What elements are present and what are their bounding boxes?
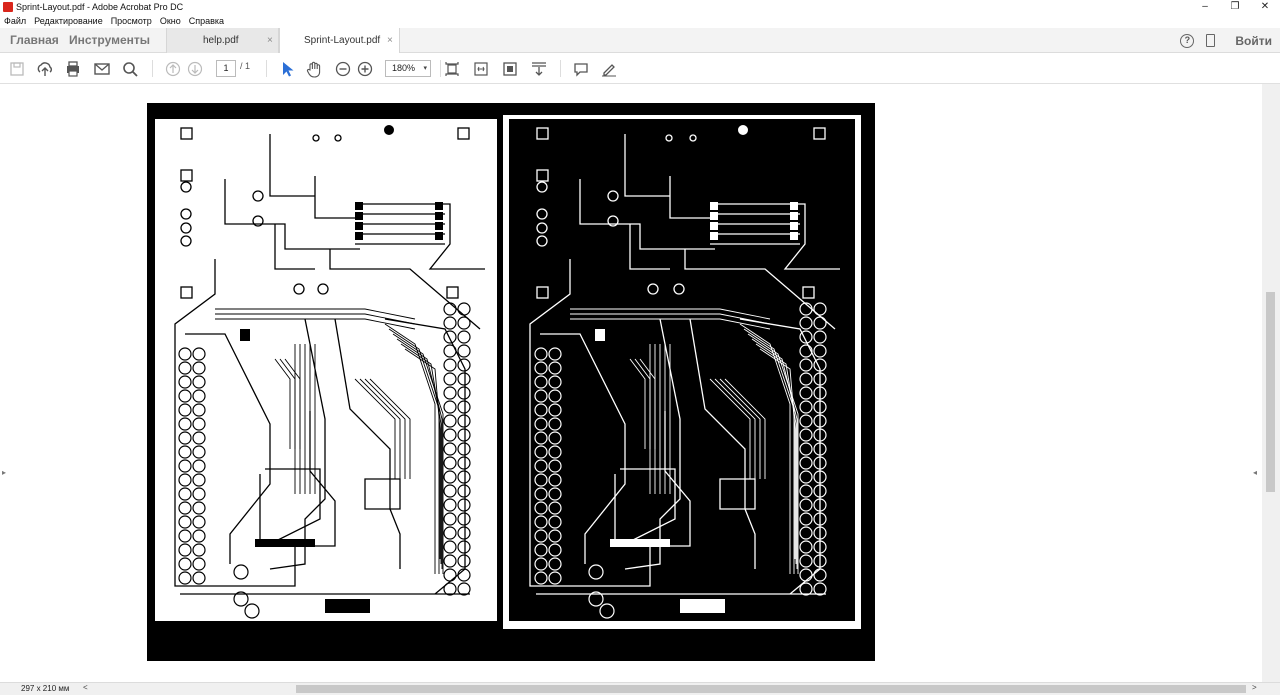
help-icon[interactable]: ? [1180, 33, 1195, 48]
fit-width-icon[interactable] [472, 60, 490, 78]
page-total: / 1 [240, 61, 251, 71]
tab-home[interactable]: Главная [10, 28, 59, 53]
sign-icon[interactable] [600, 60, 618, 78]
scroll-mode-icon[interactable] [530, 60, 548, 78]
save-icon[interactable] [8, 60, 26, 78]
page-down-icon[interactable] [186, 60, 204, 78]
status-bar: 297 x 210 мм < > [0, 682, 1280, 695]
vertical-scrollbar[interactable] [1262, 84, 1280, 682]
close-tab-icon[interactable]: × [267, 28, 273, 53]
menu-help[interactable]: Справка [189, 16, 224, 26]
email-icon[interactable] [93, 60, 111, 78]
horizontal-scroll-thumb[interactable] [296, 685, 1246, 693]
tab-tools[interactable]: Инструменты [69, 28, 150, 53]
menu-file[interactable]: Файл [4, 16, 26, 26]
window-controls: – ❐ ✕ [1190, 0, 1280, 14]
pdf-page [147, 103, 875, 661]
maximize-button[interactable]: ❐ [1220, 0, 1250, 14]
zoom-value: 180% [392, 63, 416, 73]
scroll-left-arrow[interactable]: < [83, 683, 88, 692]
toolbar-separator [152, 60, 153, 77]
zoom-out-icon[interactable] [334, 60, 352, 78]
vertical-scroll-thumb[interactable] [1266, 292, 1275, 492]
close-window-button[interactable]: ✕ [1250, 0, 1280, 14]
menu-bar: Файл Редактирование Просмотр Окно Справк… [0, 14, 1280, 28]
left-pane-toggle[interactable]: ▸ [2, 468, 6, 477]
acrobat-app-icon [3, 2, 13, 12]
window-title: Sprint-Layout.pdf - Adobe Acrobat Pro DC [16, 2, 184, 12]
toolbar-separator [560, 60, 561, 77]
search-icon[interactable] [121, 60, 139, 78]
comment-icon[interactable] [572, 60, 590, 78]
menu-edit[interactable]: Редактирование [34, 16, 103, 26]
window-titlebar: Sprint-Layout.pdf - Adobe Acrobat Pro DC… [0, 0, 1280, 14]
chevron-down-icon: ▾ [423, 65, 427, 72]
right-pane-toggle[interactable]: ◂ [1253, 468, 1257, 477]
pcb-layout-top [155, 119, 497, 621]
tab-document-sprint-layout[interactable]: Sprint-Layout.pdf × [279, 28, 400, 54]
fullscreen-icon[interactable] [501, 60, 519, 78]
menu-view[interactable]: Просмотр [111, 16, 152, 26]
toolbar-separator [440, 60, 441, 77]
minimize-button[interactable]: – [1190, 0, 1220, 14]
signin-button[interactable]: Войти [1235, 34, 1272, 48]
select-arrow-icon[interactable] [278, 60, 296, 78]
close-tab-icon[interactable]: × [387, 28, 393, 53]
page-up-icon[interactable] [164, 60, 182, 78]
menu-window[interactable]: Окно [160, 16, 181, 26]
pcb-layout-bottom [503, 115, 861, 629]
upload-icon[interactable] [36, 60, 54, 78]
page-size-label: 297 x 210 мм [21, 684, 70, 693]
page-number-input[interactable]: 1 [216, 60, 236, 77]
hand-tool-icon[interactable] [305, 60, 323, 78]
zoom-in-icon[interactable] [356, 60, 374, 78]
tab-document-help[interactable]: help.pdf × [166, 28, 279, 53]
tab-document-label: help.pdf [203, 35, 239, 46]
main-toolbar: 1 / 1 180% ▾ [0, 53, 1280, 84]
zoom-select[interactable]: 180% ▾ [385, 60, 431, 77]
tab-bar: Главная Инструменты help.pdf × Sprint-La… [0, 28, 1280, 54]
scroll-right-arrow[interactable]: > [1252, 683, 1257, 692]
tab-document-label: Sprint-Layout.pdf [304, 35, 381, 46]
toolbar-separator [266, 60, 267, 77]
print-icon[interactable] [64, 60, 82, 78]
fit-page-icon[interactable] [443, 60, 461, 78]
mobile-link-icon[interactable] [1206, 34, 1216, 47]
header-right-tools: ? Войти [1180, 28, 1272, 53]
